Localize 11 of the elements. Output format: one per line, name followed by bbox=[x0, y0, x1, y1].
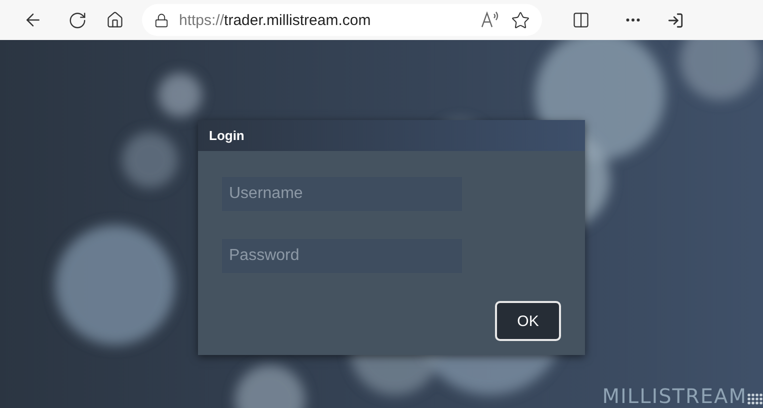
lock-icon bbox=[154, 12, 169, 28]
url-text: https://trader.millistream.com bbox=[179, 12, 372, 28]
logo-text: MILLISTREAM bbox=[602, 384, 747, 408]
ok-button[interactable]: OK bbox=[495, 301, 561, 341]
star-icon[interactable] bbox=[511, 10, 530, 30]
logo-dots-icon bbox=[747, 393, 763, 405]
password-field[interactable]: Password bbox=[222, 239, 462, 273]
dialog-title: Login bbox=[209, 128, 244, 143]
read-aloud-icon[interactable] bbox=[481, 11, 501, 29]
username-field[interactable]: Username bbox=[222, 177, 462, 211]
address-bar[interactable]: https://trader.millistream.com bbox=[142, 4, 542, 36]
